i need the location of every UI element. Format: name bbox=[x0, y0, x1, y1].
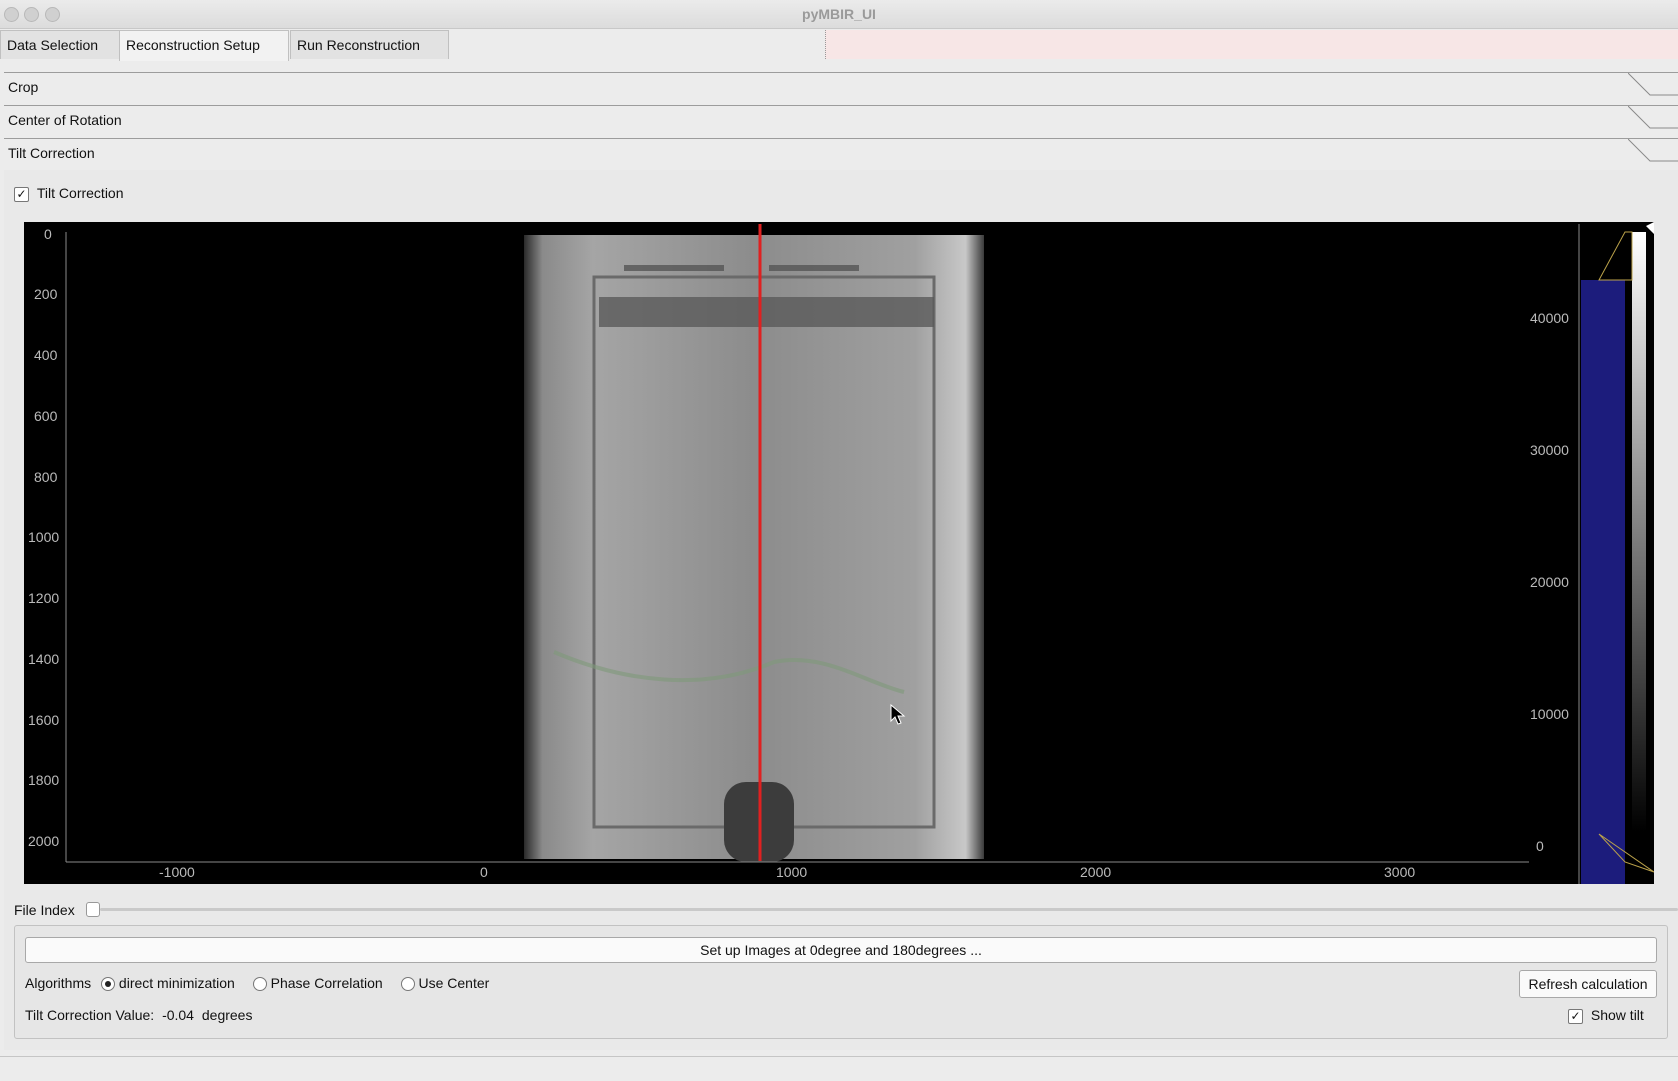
y-tick: 200 bbox=[34, 286, 58, 302]
section-crop[interactable]: Crop bbox=[4, 72, 1678, 104]
radiograph-image bbox=[524, 235, 984, 862]
window-title-bar: pyMBIR_UI bbox=[0, 0, 1678, 29]
window-title: pyMBIR_UI bbox=[802, 6, 876, 22]
radio-label: Phase Correlation bbox=[270, 975, 383, 991]
y-tick: 1400 bbox=[28, 651, 60, 667]
histogram-widget[interactable] bbox=[1578, 222, 1654, 884]
tab-bar-error-strip bbox=[825, 30, 1678, 59]
section-tilt-correction[interactable]: Tilt Correction bbox=[4, 138, 1678, 170]
section-center-header-icon bbox=[1628, 106, 1678, 129]
tab-data-selection[interactable]: Data Selection bbox=[0, 30, 120, 59]
tilt-value: -0.04 bbox=[162, 1007, 194, 1023]
x-tick: 3000 bbox=[1384, 864, 1416, 880]
tab-reconstruction-setup[interactable]: Reconstruction Setup bbox=[119, 30, 289, 61]
file-index-slider-handle[interactable] bbox=[86, 902, 100, 917]
section-tilt-correction-label: Tilt Correction bbox=[8, 145, 95, 161]
histogram-tick: 20000 bbox=[1530, 574, 1569, 590]
file-index-label: File Index bbox=[14, 902, 75, 918]
setup-images-button[interactable]: Set up Images at 0degree and 180degrees … bbox=[25, 937, 1657, 963]
tilt-value-label: Tilt Correction Value: bbox=[25, 1007, 155, 1023]
show-tilt-label: Show tilt bbox=[1590, 1007, 1644, 1023]
radio-use-center[interactable]: Use Center bbox=[400, 975, 490, 992]
histogram-tick: 30000 bbox=[1530, 442, 1569, 458]
x-tick: -1000 bbox=[159, 864, 195, 880]
radio-unselected-icon[interactable] bbox=[400, 977, 415, 992]
tilt-unit: degrees bbox=[201, 1007, 253, 1023]
algorithms-row: Algorithms direct minimization Phase Cor… bbox=[25, 975, 490, 992]
refresh-calculation-button[interactable]: Refresh calculation bbox=[1519, 970, 1657, 998]
y-tick: 1800 bbox=[28, 772, 60, 788]
y-tick: 1600 bbox=[28, 712, 60, 728]
status-bar bbox=[0, 1056, 1678, 1081]
y-tick: 600 bbox=[34, 408, 58, 424]
y-tick: 2000 bbox=[28, 833, 60, 849]
tilt-correction-checkbox-label: Tilt Correction bbox=[36, 185, 124, 201]
section-center-of-rotation-label: Center of Rotation bbox=[8, 112, 122, 128]
section-crop-label: Crop bbox=[8, 79, 39, 95]
y-tick: 800 bbox=[34, 469, 58, 485]
tilt-correction-checkbox[interactable]: ✓ bbox=[14, 186, 29, 202]
section-center-of-rotation[interactable]: Center of Rotation bbox=[4, 105, 1678, 137]
image-view[interactable]: 0 200 400 600 800 1000 1200 1400 1600 18… bbox=[24, 222, 1654, 884]
tab-bar: Data Selection Reconstruction Setup Run … bbox=[0, 30, 1678, 61]
radio-phase-correlation[interactable]: Phase Correlation bbox=[252, 975, 387, 992]
tilt-value-row: Tilt Correction Value: -0.04 degrees bbox=[25, 1007, 252, 1023]
histogram-tick: 10000 bbox=[1530, 706, 1569, 722]
file-index-row: File Index bbox=[14, 900, 1678, 920]
y-tick: 400 bbox=[34, 347, 58, 363]
y-tick: 0 bbox=[44, 226, 52, 242]
x-tick: 2000 bbox=[1080, 864, 1112, 880]
x-tick: 1000 bbox=[776, 864, 808, 880]
show-tilt-checkbox[interactable]: ✓ bbox=[1568, 1008, 1583, 1024]
radio-selected-icon[interactable] bbox=[101, 977, 116, 992]
radio-direct-minimization[interactable]: direct minimization bbox=[101, 975, 239, 992]
mouse-cursor-icon bbox=[890, 704, 906, 725]
histogram-tick: 40000 bbox=[1530, 310, 1569, 326]
radio-unselected-icon[interactable] bbox=[252, 977, 267, 992]
radio-label: Use Center bbox=[418, 975, 490, 991]
section-tilt-header-icon bbox=[1628, 139, 1678, 162]
file-index-slider-track[interactable] bbox=[100, 908, 1678, 911]
algorithms-label: Algorithms bbox=[25, 975, 92, 991]
radio-label: direct minimization bbox=[118, 975, 235, 991]
y-tick: 1000 bbox=[28, 529, 60, 545]
histogram-tick: 0 bbox=[1536, 838, 1544, 854]
section-crop-header-icon bbox=[1628, 73, 1678, 96]
show-tilt-row[interactable]: ✓ Show tilt bbox=[1568, 1007, 1644, 1024]
tab-run-reconstruction[interactable]: Run Reconstruction bbox=[290, 30, 449, 59]
x-tick: 0 bbox=[480, 864, 488, 880]
tilt-correction-checkbox-row[interactable]: ✓ Tilt Correction bbox=[14, 185, 124, 202]
y-tick: 1200 bbox=[28, 590, 60, 606]
